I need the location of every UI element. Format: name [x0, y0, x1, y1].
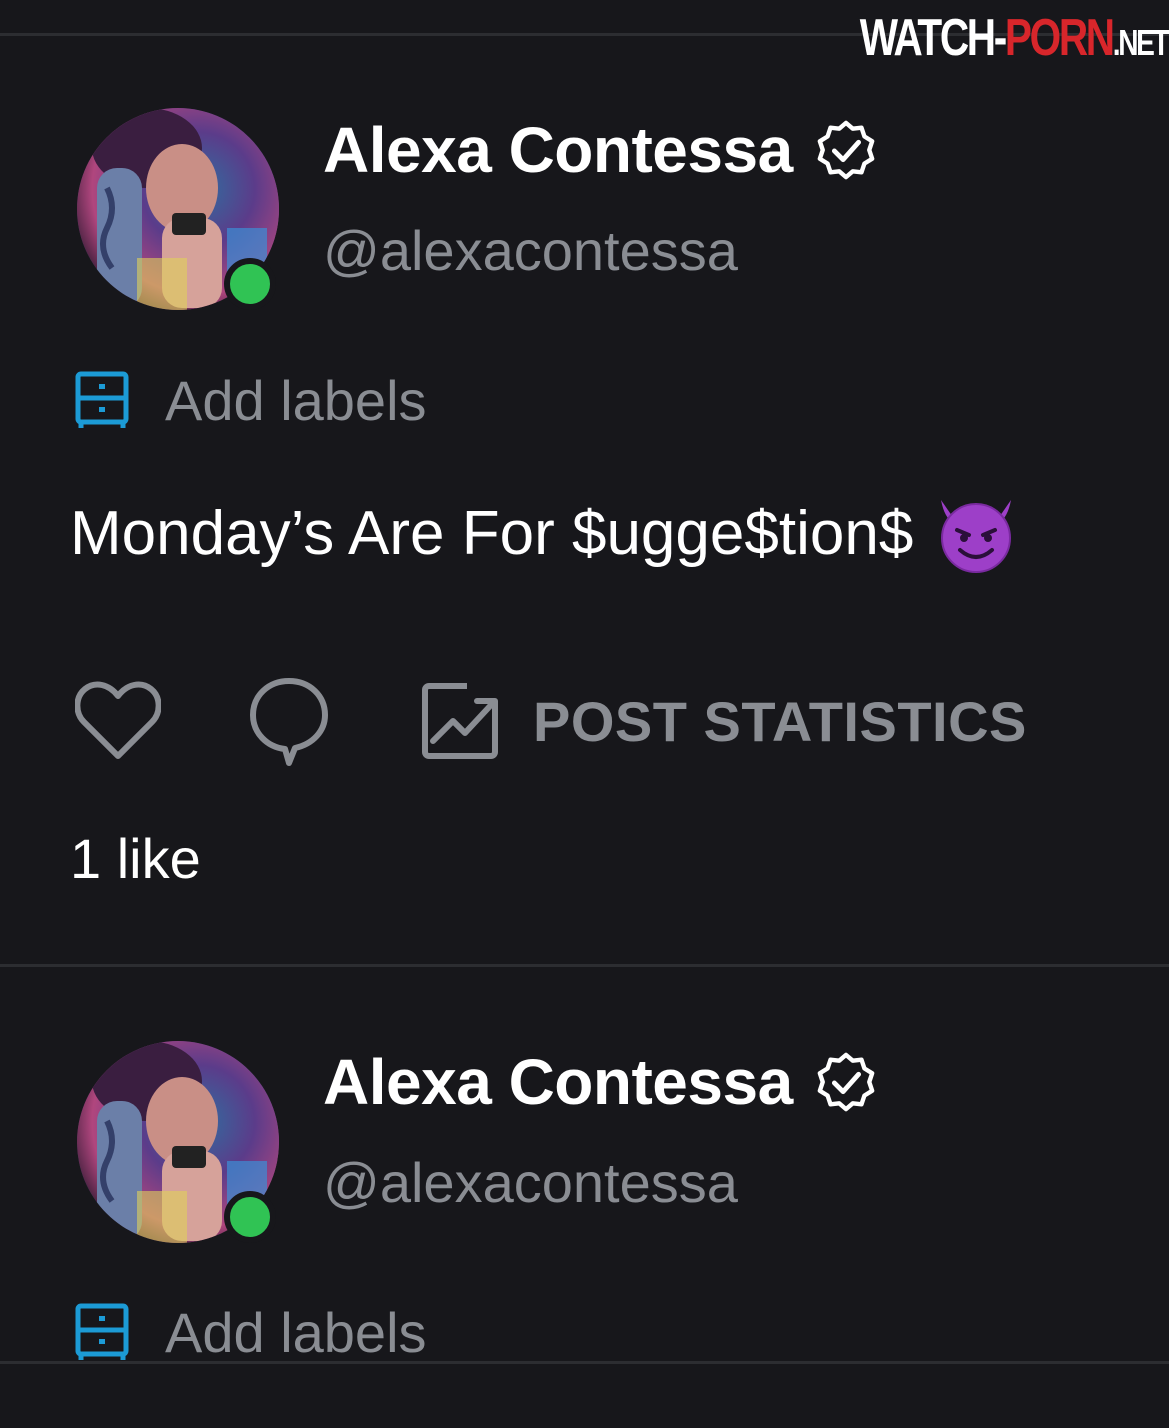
comment-button[interactable] [161, 675, 329, 767]
watermark-part2: PORN [1004, 9, 1115, 67]
verified-badge-icon [817, 120, 874, 180]
add-labels-button[interactable]: Add labels [75, 368, 427, 432]
labels-icon [75, 371, 129, 428]
smiling-devil-icon [941, 500, 1012, 573]
author-name-row: Alexa Contessa [323, 113, 877, 187]
author-handle[interactable]: @alexacontessa [323, 218, 738, 283]
author-handle[interactable]: @alexacontessa [323, 1150, 738, 1215]
author-name[interactable]: Alexa Contessa [323, 1045, 793, 1119]
add-labels-button[interactable]: Add labels [75, 1300, 427, 1364]
post-caption-text: Monday’s Are For $ugge$tion$ [70, 498, 914, 568]
avatar[interactable] [77, 108, 279, 310]
post-statistics-label: POST STATISTICS [533, 689, 1027, 753]
post-actions: POST STATISTICS [75, 675, 1027, 767]
likes-count[interactable]: 1 like [70, 826, 201, 891]
comment-icon [250, 678, 328, 766]
bottom-divider [0, 1361, 1169, 1364]
add-labels-label: Add labels [165, 1300, 427, 1364]
post-caption: Monday’s Are For $ugge$tion$ [70, 488, 1019, 578]
post-divider [0, 964, 1169, 967]
author-name-row: Alexa Contessa [323, 1045, 877, 1119]
post-statistics-icon [422, 683, 498, 759]
online-status-indicator [224, 1191, 276, 1243]
watermark-logo: WATCH-PORN.NET [859, 9, 1169, 71]
verified-badge-icon [817, 1052, 874, 1112]
watermark-part3: .NET [1112, 22, 1169, 63]
heart-icon [75, 681, 161, 759]
add-labels-label: Add labels [165, 368, 427, 432]
labels-icon [75, 1303, 129, 1360]
online-status-indicator [224, 258, 276, 310]
author-name[interactable]: Alexa Contessa [323, 113, 793, 187]
watermark-part1: WATCH- [859, 9, 1006, 67]
like-button[interactable] [75, 680, 161, 762]
avatar[interactable] [77, 1041, 279, 1243]
post-statistics-button[interactable]: POST STATISTICS [421, 681, 1027, 761]
